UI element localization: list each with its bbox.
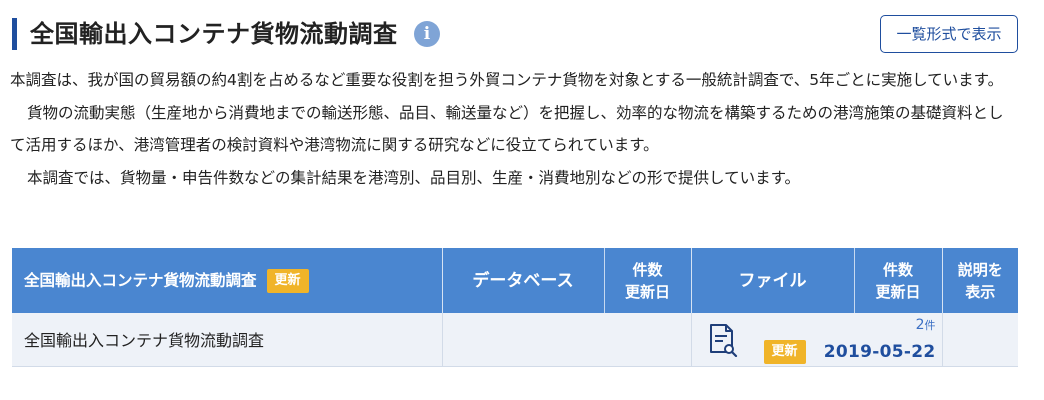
row-show-description[interactable] bbox=[942, 313, 1018, 367]
file-count-value: 2 bbox=[915, 317, 925, 333]
description-paragraph-2: 貨物の流動実態（生産地から消費地までの輸送形態、品目、輸送量など）を把握し、効率… bbox=[10, 103, 1004, 155]
row-database bbox=[442, 313, 692, 367]
column-header-name-label: 全国輸出入コンテナ貨物流動調査 bbox=[24, 271, 257, 289]
description: 本調査は、我が国の貿易額の約4割を占めるなど重要な役割を担う外貿コンテナ貨物を対… bbox=[10, 64, 1018, 194]
column-header-db-count-label: 件数 bbox=[632, 260, 663, 279]
column-header-desc-line1: 説明を bbox=[957, 260, 1003, 279]
column-header-db-count-date: 件数 更新日 bbox=[604, 248, 692, 313]
page-header: 全国輸出入コンテナ貨物流動調査 i 一覧形式で表示 bbox=[12, 14, 1018, 56]
file-count-unit: 件 bbox=[924, 319, 936, 332]
table-row: 全国輸出入コンテナ貨物流動調査 2件 更新 2019-05-22 bbox=[12, 313, 1018, 367]
file-count: 2件 bbox=[916, 317, 936, 333]
column-header-show-description: 説明を 表示 bbox=[942, 248, 1018, 313]
survey-table: 全国輸出入コンテナ貨物流動調査 更新 データベース 件数 更新日 ファイル 件数 … bbox=[12, 248, 1018, 367]
table-header-row: 全国輸出入コンテナ貨物流動調査 更新 データベース 件数 更新日 ファイル 件数 … bbox=[12, 248, 1018, 313]
column-header-file: ファイル bbox=[691, 248, 855, 313]
column-header-name: 全国輸出入コンテナ貨物流動調査 更新 bbox=[12, 248, 443, 313]
description-paragraph-1: 本調査は、我が国の貿易額の約4割を占めるなど重要な役割を担う外貿コンテナ貨物を対… bbox=[10, 71, 1004, 89]
column-header-file-count-date: 件数 更新日 bbox=[854, 248, 943, 313]
info-icon[interactable]: i bbox=[414, 21, 440, 47]
column-header-desc-line2: 表示 bbox=[965, 282, 996, 301]
description-paragraph-3: 本調査では、貨物量・申告件数などの集計結果を港湾別、品目別、生産・消費地別などの… bbox=[27, 168, 801, 187]
column-header-database: データベース bbox=[442, 248, 605, 313]
title-accent-bar bbox=[12, 18, 17, 50]
document-search-icon[interactable] bbox=[708, 323, 738, 357]
list-view-button[interactable]: 一覧形式で表示 bbox=[880, 15, 1018, 53]
column-header-db-date-label: 更新日 bbox=[624, 282, 670, 301]
update-badge: 更新 bbox=[266, 268, 309, 293]
row-file: 2件 更新 2019-05-22 bbox=[691, 313, 943, 367]
row-name: 全国輸出入コンテナ貨物流動調査 bbox=[12, 313, 443, 367]
file-update-badge: 更新 bbox=[763, 340, 806, 364]
file-update-date: 2019-05-22 bbox=[823, 342, 936, 362]
column-header-file-count-label: 件数 bbox=[882, 260, 913, 279]
column-header-file-date-label: 更新日 bbox=[875, 282, 921, 301]
page-title: 全国輸出入コンテナ貨物流動調査 bbox=[30, 20, 398, 48]
